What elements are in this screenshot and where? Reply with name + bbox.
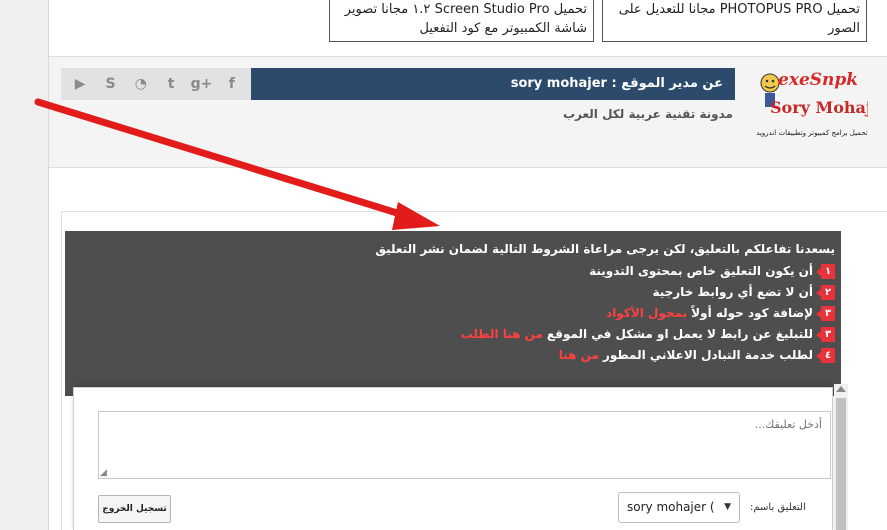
- author-title-bar: عن مدير الموقع : sory mohajer: [251, 68, 735, 100]
- rule-number-badge: ٢: [816, 285, 835, 300]
- author-box: exeSnpk Sory Mohajer تحميل برامج كمبيوتر…: [49, 56, 887, 168]
- rss-icon[interactable]: ◔: [130, 76, 152, 92]
- logo-tagline: تحميل برامج كمبيوتر وتطبيقات اندرويد: [756, 129, 867, 137]
- iframe-scrollbar[interactable]: [834, 384, 848, 530]
- logout-button[interactable]: تسجيل الخروج: [98, 495, 171, 523]
- social-icons: ▶ S ◔ t g+ f: [61, 68, 251, 100]
- rule-number-badge: ٣: [816, 306, 835, 321]
- author-description: مدونة تقنية عربية لكل العرب: [563, 107, 733, 121]
- rule-item: ١ أن يكون التعليق خاص بمحتوى التدوينة: [65, 261, 835, 282]
- rule-number-badge: ١: [816, 264, 835, 279]
- rule-item: ٤ لطلب خدمة التبادل الاعلاني المطور من ه…: [65, 345, 835, 366]
- related-post-title[interactable]: تحميل Screen Studio Pro ١.٢ مجانا تصوير …: [345, 2, 587, 36]
- related-post-title[interactable]: تحميل PHOTOPUS PRO مجانا للتعديل على الص…: [619, 2, 860, 36]
- logo-top-text: exeSnpk: [778, 70, 858, 90]
- google-plus-icon[interactable]: g+: [190, 76, 213, 92]
- rules-title: يسعدنا تفاعلكم بالتعليق، لكن يرجى مراعاة…: [375, 242, 835, 256]
- rule-text: أن لا تضع أي روابط خارجية: [652, 285, 813, 299]
- rule-text: لإضافة كود حوله أولاً: [691, 306, 813, 320]
- logo-name-text: Sory Mohajer: [770, 98, 868, 117]
- youtube-icon[interactable]: ▶: [69, 76, 91, 92]
- ad-exchange-link[interactable]: من هنا: [559, 345, 599, 366]
- chevron-down-icon: ▼: [724, 502, 731, 512]
- rule-number-badge: ٣: [816, 327, 835, 342]
- scroll-up-icon[interactable]: [836, 386, 846, 392]
- code-converter-link[interactable]: بمحول الأكواد: [606, 303, 687, 324]
- comment-form: ◢ تسجيل الخروج sory mohajer ( ▼ التعليق …: [73, 387, 833, 530]
- identity-select-value: sory mohajer (: [627, 500, 715, 514]
- related-post-2[interactable]: تحميل Screen Studio Pro ١.٢ مجانا تصوير …: [329, 0, 594, 42]
- facebook-icon[interactable]: f: [221, 76, 243, 92]
- rule-text: أن يكون التعليق خاص بمحتوى التدوينة: [589, 264, 813, 278]
- scrollbar-thumb[interactable]: [836, 398, 846, 530]
- site-logo[interactable]: exeSnpk Sory Mohajer تحميل برامج كمبيوتر…: [756, 63, 868, 155]
- comments-section: يسعدنا تفاعلكم بالتعليق، لكن يرجى مراعاة…: [61, 211, 887, 530]
- page: تحميل PHOTOPUS PRO مجانا للتعديل على الص…: [48, 0, 887, 530]
- rule-item: ٣ للتبليغ عن رابط لا يعمل او مشكل في الم…: [65, 324, 835, 345]
- related-post-1[interactable]: تحميل PHOTOPUS PRO مجانا للتعديل على الص…: [602, 0, 867, 42]
- skype-icon[interactable]: S: [99, 76, 121, 92]
- rule-number-badge: ٤: [816, 348, 835, 363]
- resize-handle-icon[interactable]: ◢: [100, 468, 110, 478]
- author-label: عن مدير الموقع : sory mohajer: [510, 76, 723, 91]
- identity-select[interactable]: sory mohajer ( ▼: [618, 492, 740, 523]
- comment-textarea[interactable]: [98, 411, 831, 479]
- comment-as-label: التعليق باسم:: [750, 502, 806, 513]
- twitter-icon[interactable]: t: [160, 76, 182, 92]
- rule-text: للتبليغ عن رابط لا يعمل او مشكل في الموق…: [546, 327, 813, 341]
- comment-rules-box: يسعدنا تفاعلكم بالتعليق، لكن يرجى مراعاة…: [65, 231, 841, 396]
- rule-item: ٢ أن لا تضع أي روابط خارجية: [65, 282, 835, 303]
- rule-item: ٣ لإضافة كود حوله أولاً بمحول الأكواد: [65, 303, 835, 324]
- rule-text: لطلب خدمة التبادل الاعلاني المطور: [602, 348, 813, 362]
- report-link[interactable]: من هنا الطلب: [461, 324, 543, 345]
